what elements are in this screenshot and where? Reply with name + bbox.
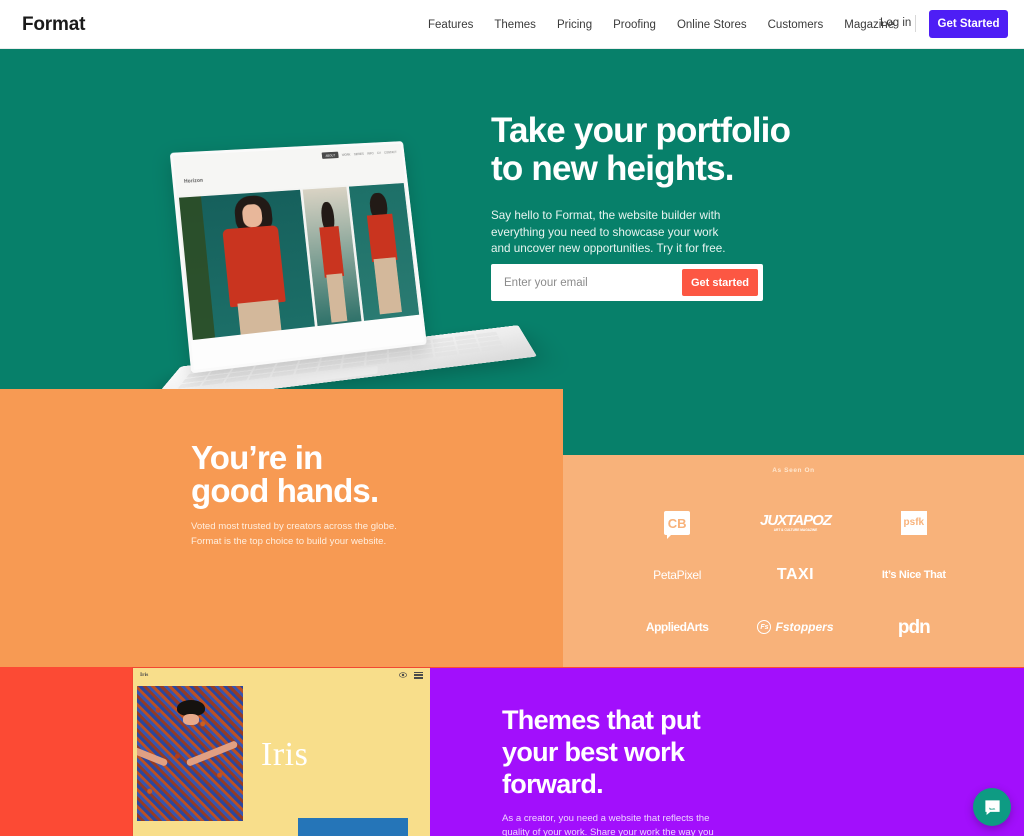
logo-applied-arts: AppliedArts bbox=[645, 620, 709, 634]
logo-pdn: pdn bbox=[897, 616, 931, 638]
themes-subtitle: As a creator, you need a website that re… bbox=[502, 813, 714, 836]
mockup-nav-item-series: SERIES bbox=[353, 151, 365, 156]
good-hands-section: You’re in good hands. Voted most trusted… bbox=[0, 389, 563, 667]
good-hands-subtitle-line2: Format is the top choice to build your w… bbox=[191, 535, 387, 547]
nav-item-customers[interactable]: Customers bbox=[768, 19, 824, 31]
mockup-nav-item-contact: CONTACT bbox=[383, 149, 397, 155]
nav-item-pricing[interactable]: Pricing bbox=[557, 19, 592, 31]
site-header: Format Features Themes Pricing Proofing … bbox=[0, 0, 1024, 49]
hero-copy: Take your portfolio to new heights. Say … bbox=[491, 112, 821, 258]
logo-complex-cb: CB bbox=[664, 511, 691, 539]
hero-signup-form: Get started bbox=[491, 264, 763, 301]
nav-item-themes[interactable]: Themes bbox=[494, 19, 536, 31]
iris-site-name: Iris bbox=[140, 672, 149, 678]
page-root: Format Features Themes Pricing Proofing … bbox=[0, 0, 1024, 836]
fstoppers-mark-icon: Fs bbox=[757, 620, 772, 634]
good-hands-title: You’re in good hands. bbox=[191, 439, 379, 509]
primary-nav: Features Themes Pricing Proofing Online … bbox=[428, 15, 934, 32]
logo-fstoppers-name: Fstoppers bbox=[775, 620, 834, 634]
theme-preview-iris[interactable]: Iris Iris bbox=[133, 668, 430, 836]
nav-item-features[interactable]: Features bbox=[428, 19, 473, 31]
logo-juxtapoz: JUXTAPOZ ART & CULTURE MAGAZINE bbox=[760, 512, 832, 533]
mockup-nav-item-about: ABOUT bbox=[321, 151, 339, 159]
iris-preview-topbar: Iris bbox=[133, 668, 430, 683]
logo-juxtapoz-name: JUXTAPOZ bbox=[760, 512, 832, 530]
hero-get-started-button[interactable]: Get started bbox=[682, 269, 758, 296]
chat-bubble-icon bbox=[984, 799, 1000, 815]
iris-display-title: Iris bbox=[261, 736, 309, 773]
hamburger-menu-icon[interactable] bbox=[414, 671, 423, 679]
brand-logo[interactable]: Format bbox=[22, 14, 85, 36]
get-started-button[interactable]: Get Started bbox=[929, 10, 1008, 38]
themes-title-line2: your best work bbox=[502, 737, 685, 767]
iris-preview-icons bbox=[399, 671, 423, 679]
eye-icon[interactable] bbox=[399, 671, 407, 679]
themes-title-line1: Themes that put bbox=[502, 705, 701, 735]
hero-title-line1: Take your portfolio bbox=[491, 111, 791, 150]
email-input[interactable] bbox=[491, 276, 682, 289]
mockup-nav-item-info: INFO bbox=[366, 151, 374, 156]
themes-title-line3: forward. bbox=[502, 769, 604, 799]
hero-title-line2: to new heights. bbox=[491, 149, 735, 188]
intercom-launcher-button[interactable] bbox=[973, 788, 1011, 826]
iris-preview-photo bbox=[137, 686, 243, 821]
nav-item-proofing[interactable]: Proofing bbox=[613, 19, 656, 31]
press-logo-grid: CB JUXTAPOZ ART & CULTURE MAGAZINE psfk … bbox=[618, 497, 973, 653]
mockup-photo-1 bbox=[178, 189, 315, 344]
nav-divider bbox=[915, 15, 917, 32]
nav-item-online-stores[interactable]: Online Stores bbox=[677, 19, 747, 31]
themes-title: Themes that put your best work forward. bbox=[502, 704, 762, 800]
as-seen-on-section: As Seen On CB JUXTAPOZ ART & CULTURE MAG… bbox=[563, 455, 1024, 667]
laptop-screen: Horizon ABOUT WORK SERIES INFO CV CONTAC… bbox=[169, 141, 427, 374]
iris-preview-accent-bar bbox=[298, 818, 408, 836]
mockup-nav: ABOUT WORK SERIES INFO CV CONTACT bbox=[321, 149, 397, 159]
good-hands-title-line2: good hands. bbox=[191, 472, 379, 509]
themes-section: Themes that put your best work forward. … bbox=[430, 668, 1024, 836]
login-link[interactable]: Log in bbox=[880, 17, 911, 29]
mockup-site-name: Horizon bbox=[183, 177, 204, 185]
as-seen-on-label: As Seen On bbox=[772, 467, 815, 474]
good-hands-subtitle-line1: Voted most trusted by creators across th… bbox=[191, 521, 397, 532]
logo-petapixel: PetaPixel bbox=[653, 568, 702, 582]
logo-psfk: psfk bbox=[900, 511, 927, 535]
mockup-nav-item-cv: CV bbox=[376, 150, 381, 155]
good-hands-subtitle: Voted most trusted by creators across th… bbox=[191, 520, 406, 549]
iris-photo-figure bbox=[171, 700, 211, 740]
logo-its-nice-that: It’s Nice That bbox=[881, 568, 946, 581]
logo-juxtapoz-tagline: ART & CULTURE MAGAZINE bbox=[773, 528, 818, 533]
logo-taxi: TAXI bbox=[776, 566, 815, 583]
hero-subtitle: Say hello to Format, the website builder… bbox=[491, 209, 726, 255]
good-hands-title-line1: You’re in bbox=[191, 439, 323, 476]
hero-title: Take your portfolio to new heights. bbox=[491, 112, 821, 188]
mockup-nav-item-work: WORK bbox=[341, 152, 351, 157]
logo-fstoppers: Fs Fstoppers bbox=[757, 620, 834, 634]
